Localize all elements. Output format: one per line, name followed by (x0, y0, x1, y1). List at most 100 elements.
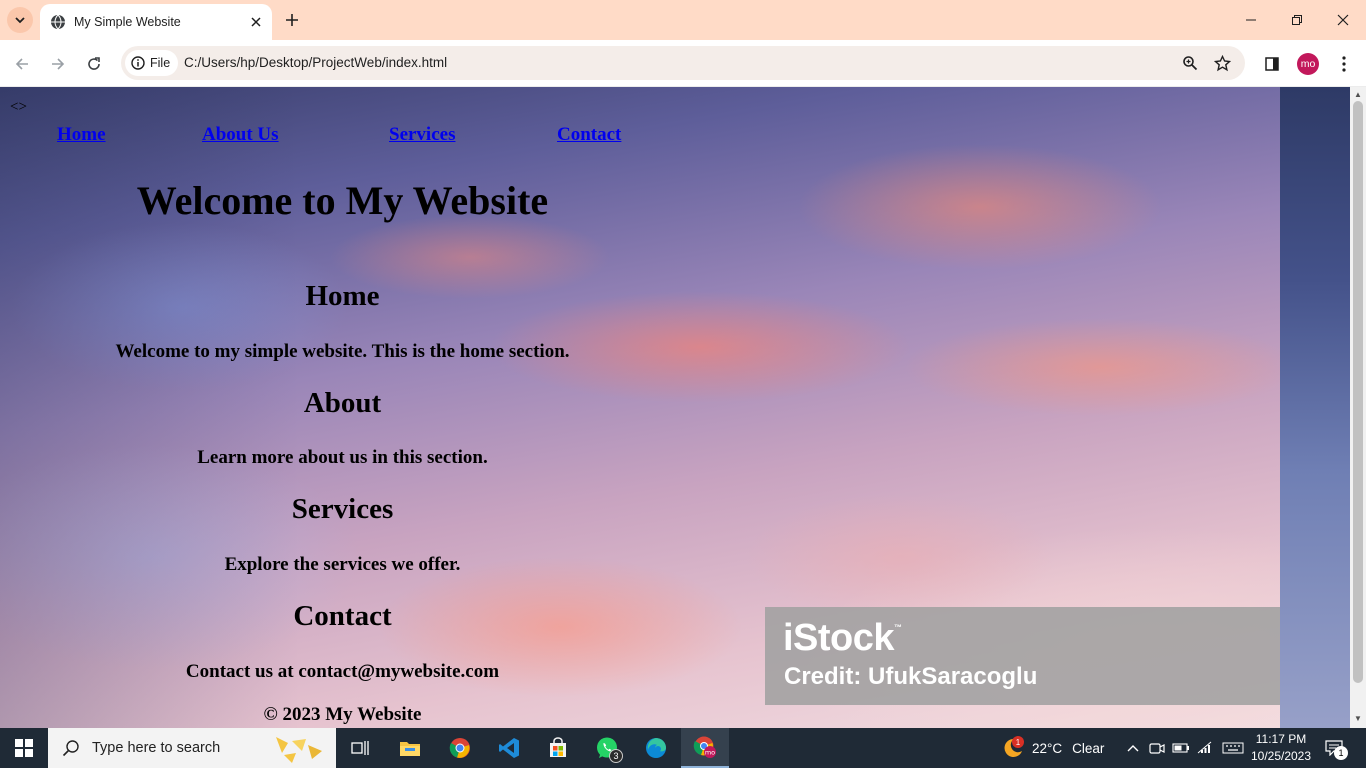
svg-text:mo: mo (705, 749, 715, 757)
profile-button[interactable]: mo (1294, 50, 1322, 78)
search-placeholder: Type here to search (92, 740, 221, 756)
istock-watermark: iStock™ Credit: UfukSaracoglu (765, 607, 1280, 705)
zoom-icon (1183, 56, 1198, 71)
scroll-up-arrow-icon[interactable]: ▲ (1354, 90, 1362, 99)
windows-logo-icon (15, 739, 33, 757)
reload-button[interactable] (80, 50, 108, 78)
tab-search-button[interactable] (7, 7, 33, 33)
windows-taskbar: Type here to search 3 mo 1 22°C Clear 11… (0, 728, 1366, 768)
address-bar[interactable]: File C:/Users/hp/Desktop/ProjectWeb/inde… (121, 46, 1245, 80)
globe-icon (50, 14, 66, 30)
section-services-text: Explore the services we offer. (224, 554, 461, 575)
active-tab[interactable]: My Simple Website (40, 4, 272, 40)
whatsapp-unread-badge: 3 (609, 749, 623, 763)
bookmark-button[interactable] (1211, 52, 1233, 74)
restore-button[interactable] (1274, 0, 1320, 40)
battery-status[interactable] (1172, 739, 1190, 757)
vscode-app[interactable] (485, 728, 533, 768)
back-button[interactable] (8, 50, 36, 78)
notification-center-button[interactable]: 1 (1322, 736, 1348, 760)
keyboard-icon (1222, 742, 1244, 754)
chevron-down-icon (15, 17, 25, 24)
weather-condition: Clear (1072, 740, 1105, 756)
chrome-profile-app-active[interactable]: mo (681, 728, 729, 768)
whatsapp-app[interactable]: 3 (583, 728, 631, 768)
notification-count-badge: 1 (1334, 746, 1348, 760)
file-explorer-app[interactable] (386, 728, 434, 768)
watermark-logo: iStock™ (783, 617, 902, 660)
wifi-icon (1197, 741, 1212, 754)
network-status[interactable] (1196, 739, 1214, 757)
forward-button[interactable] (44, 50, 72, 78)
section-services-title: Services (291, 493, 394, 525)
meet-now-icon (1149, 743, 1165, 754)
edge-app[interactable] (632, 728, 680, 768)
battery-icon (1172, 743, 1189, 753)
minimize-icon (1246, 19, 1256, 21)
close-icon (251, 17, 261, 27)
arrow-right-icon (52, 58, 65, 70)
info-icon (131, 56, 145, 70)
site-info-chip[interactable]: File (125, 50, 179, 76)
show-hidden-icons-button[interactable] (1124, 739, 1142, 757)
vertical-scrollbar[interactable]: ▲ ▼ (1350, 87, 1366, 728)
folder-icon (400, 742, 420, 756)
tab-title: My Simple Website (74, 15, 181, 29)
url-text[interactable]: C:/Users/hp/Desktop/ProjectWeb/index.htm… (184, 55, 447, 70)
task-view-button[interactable] (336, 728, 384, 768)
reload-icon (88, 57, 100, 70)
keyboard-input-indicator[interactable] (1222, 739, 1244, 757)
browser-toolbar: File C:/Users/hp/Desktop/ProjectWeb/inde… (0, 40, 1366, 87)
tab-strip: My Simple Website (0, 0, 1366, 40)
section-about-title: About (303, 387, 382, 419)
page-title: Welcome to My Website (136, 178, 549, 223)
plus-icon (286, 14, 298, 26)
restore-icon (1292, 15, 1302, 25)
watermark-credit: Credit: UfukSaracoglu (784, 663, 1038, 690)
system-clock[interactable]: 11:17 PM 10/25/2023 (1248, 731, 1314, 765)
microsoft-store-app[interactable] (534, 728, 582, 768)
browser-menu-button[interactable] (1330, 50, 1358, 78)
section-contact-text: Contact us at contact@mywebsite.com (185, 661, 500, 682)
scroll-thumb[interactable] (1353, 101, 1363, 683)
edge-icon (646, 738, 666, 758)
watermark-logo-text: iStock (783, 617, 895, 659)
store-icon (550, 737, 566, 757)
weather-alert-badge: 1 (1012, 736, 1024, 748)
search-icon (62, 740, 79, 757)
weather-temp: 22°C (1032, 740, 1063, 756)
chevron-up-icon (1127, 745, 1139, 752)
weather-widget[interactable]: 1 22°C Clear (1000, 728, 1104, 768)
main-content: Welcome to My Website Home Welcome to my… (0, 87, 685, 728)
footer-copyright: © 2023 My Website (263, 704, 422, 725)
chrome-icon (449, 738, 470, 758)
task-view-icon (351, 741, 369, 755)
zoom-button[interactable] (1179, 52, 1201, 74)
start-button[interactable] (0, 728, 48, 768)
page-viewport: <> Home About Us Services Contact Welcom… (0, 87, 1366, 728)
trademark-mark: ™ (894, 623, 902, 632)
scroll-down-arrow-icon[interactable]: ▼ (1354, 714, 1362, 723)
clock-time: 11:17 PM (1255, 732, 1307, 746)
close-tab-button[interactable] (246, 12, 266, 32)
section-about-text: Learn more about us in this section. (197, 447, 488, 468)
minimize-button[interactable] (1228, 0, 1274, 40)
close-window-button[interactable] (1320, 0, 1366, 40)
section-contact-title: Contact (293, 600, 392, 632)
search-highlight-icon (276, 737, 322, 763)
new-tab-button[interactable] (280, 8, 304, 32)
vscode-icon (499, 738, 519, 758)
background-edge (1280, 87, 1350, 728)
site-chip-label: File (150, 56, 171, 70)
avatar: mo (1297, 53, 1319, 75)
meet-now-button[interactable] (1148, 739, 1166, 757)
section-home-title: Home (305, 280, 380, 312)
arrow-left-icon (15, 58, 28, 70)
more-vertical-icon (1342, 56, 1346, 72)
taskbar-search-box[interactable]: Type here to search (48, 728, 336, 768)
side-panel-button[interactable] (1258, 50, 1286, 78)
side-panel-icon (1265, 57, 1279, 71)
chrome-app[interactable] (436, 728, 484, 768)
section-home-text: Welcome to my simple website. This is th… (115, 341, 570, 362)
star-icon (1213, 54, 1231, 71)
